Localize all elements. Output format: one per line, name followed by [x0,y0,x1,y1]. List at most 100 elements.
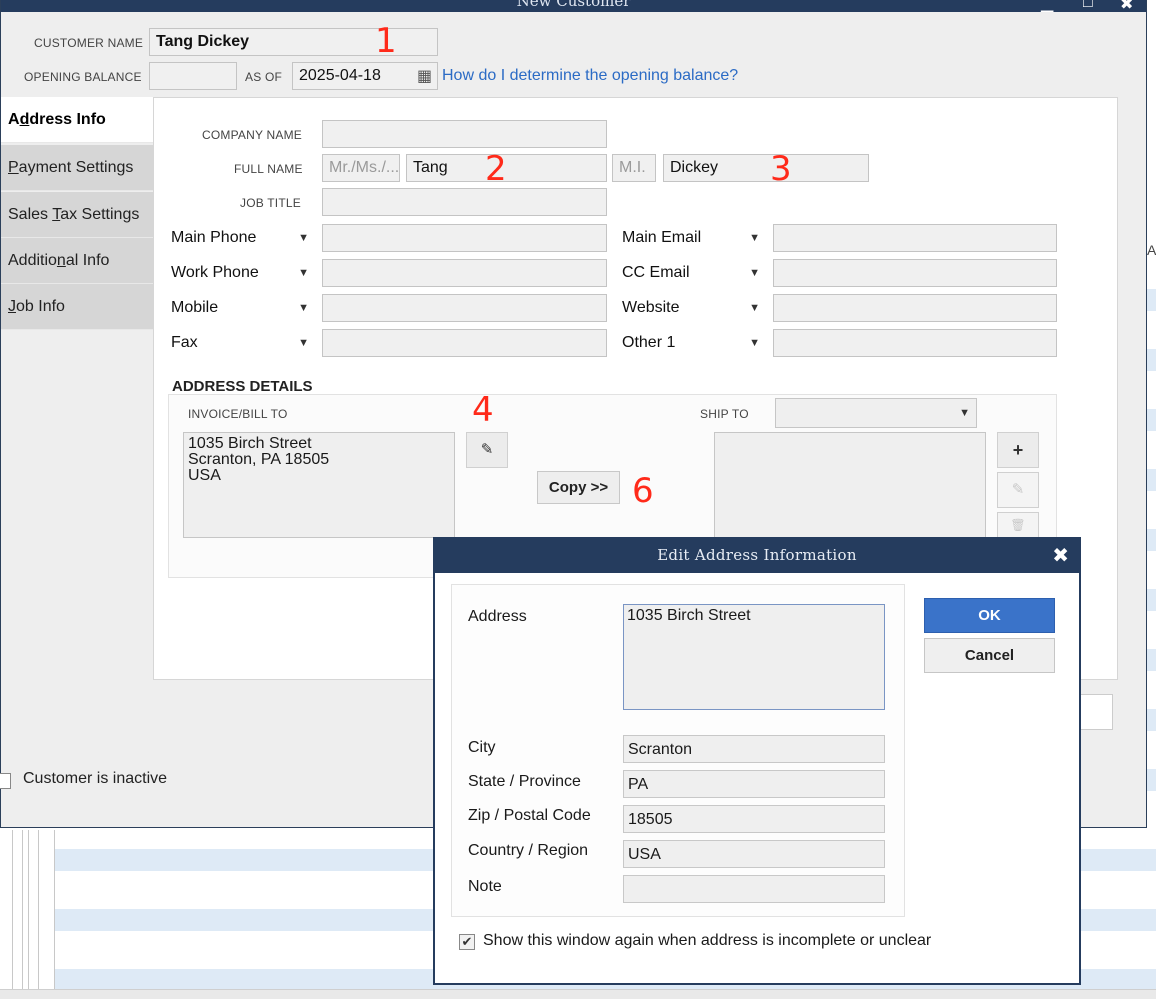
tab-label: Sales [8,206,53,223]
edit-address-dialog: Edit Address Information ✖ Address 1035 … [433,537,1081,985]
chevron-down-icon: ▼ [298,267,309,279]
salutation-field[interactable]: Mr./Ms./... [322,154,400,182]
checkbox-icon[interactable] [0,773,11,789]
chevron-down-icon: ▼ [298,337,309,349]
customer-inactive-label: Customer is inactive [23,770,168,787]
window-titlebar[interactable]: New Customer ▁ □ ✖ [1,0,1146,12]
edit-ship-to-button[interactable]: ✎ [997,472,1039,508]
ship-to-dropdown[interactable]: ▼ [775,398,977,428]
zip-field[interactable]: 18505 [623,805,885,833]
state-label: State / Province [468,773,581,790]
tab-label: ax Settings [60,206,140,223]
state-field[interactable]: PA [623,770,885,798]
address-form: Address 1035 Birch Street City Scranton … [451,584,905,917]
website-dropdown[interactable]: Website ▼ [616,294,766,322]
country-field[interactable]: USA [623,840,885,868]
calendar-icon[interactable]: ▦ [417,66,432,86]
main-email-dropdown[interactable]: Main Email ▼ [616,224,766,252]
work-phone-dropdown[interactable]: Work Phone ▼ [165,259,315,287]
company-name-label: COMPANY NAME [202,128,302,142]
window-title: New Customer [516,0,631,10]
city-field[interactable]: Scranton [623,735,885,763]
address-textarea[interactable]: 1035 Birch Street [623,604,885,710]
ship-to-address[interactable] [714,432,986,538]
tab-additional-info[interactable]: Additional Info [1,238,154,284]
cancel-button[interactable]: Cancel [924,638,1055,673]
website-field[interactable] [773,294,1057,322]
cc-email-dropdown[interactable]: CC Email ▼ [616,259,766,287]
plus-icon: + [1012,440,1024,460]
tab-address-info[interactable]: Address Info [1,97,154,143]
maximize-icon[interactable]: □ [1083,0,1093,12]
note-label: Note [468,878,502,895]
zip-label: Zip / Postal Code [468,807,591,824]
chevron-down-icon: ▼ [749,337,760,349]
bg-column-divider [54,830,55,989]
full-name-label: FULL NAME [234,162,303,176]
edit-bill-to-button[interactable]: ✎ [466,432,508,468]
ok-button[interactable]: OK [924,598,1055,633]
tab-job-info[interactable]: Job Info [1,284,154,330]
chevron-down-icon: ▼ [749,267,760,279]
city-label: City [468,739,496,756]
tab-label-mnemonic: J [8,298,16,315]
tab-label: Additio [8,252,57,269]
delete-ship-to-button[interactable]: 🗑 [997,512,1039,538]
tab-label: ob Info [16,298,65,315]
minimize-icon[interactable]: ▁ [1041,0,1053,12]
dropdown-value: CC Email [622,264,690,281]
dialog-titlebar[interactable]: Edit Address Information ✖ [435,539,1079,573]
job-title-label: JOB TITLE [240,196,301,210]
dropdown-value: Main Phone [171,229,257,246]
main-phone-field[interactable] [322,224,607,252]
address-label: Address [468,608,527,625]
opening-balance-field[interactable] [149,62,237,90]
note-field[interactable] [623,875,885,903]
dropdown-value: Other 1 [622,334,676,351]
chevron-down-icon: ▼ [749,302,760,314]
tab-label: al Info [65,252,110,269]
dropdown-value: Website [622,299,680,316]
chevron-down-icon: ▼ [959,407,970,419]
copy-address-button[interactable]: Copy >> [537,471,620,504]
main-email-field[interactable] [773,224,1057,252]
dropdown-value: Main Email [622,229,702,246]
other-1-field[interactable] [773,329,1057,357]
close-icon[interactable]: ✖ [1052,543,1069,568]
work-phone-field[interactable] [322,259,607,287]
annotation-mark: 1 [375,21,397,61]
main-phone-dropdown[interactable]: Main Phone ▼ [165,224,315,252]
job-title-field[interactable] [322,188,607,216]
bg-column-divider [12,830,13,989]
bg-column-divider [28,830,29,989]
pencil-icon: ✎ [1011,481,1025,498]
chevron-down-icon: ▼ [298,232,309,244]
annotation-mark: 2 [485,149,507,189]
dropdown-value: Fax [171,334,198,351]
mobile-field[interactable] [322,294,607,322]
address-details-heading: ADDRESS DETAILS [172,378,313,395]
middle-initial-field[interactable]: M.I. [612,154,656,182]
bg-status-bar [0,989,1156,999]
as-of-label: AS OF [245,70,283,84]
fax-dropdown[interactable]: Fax ▼ [165,329,315,357]
fax-field[interactable] [322,329,607,357]
company-name-field[interactable] [322,120,607,148]
tab-sales-tax-settings[interactable]: Sales Tax Settings [1,192,154,238]
close-icon[interactable]: ✖ [1120,0,1133,12]
trash-icon: 🗑 [1010,518,1026,532]
other-1-dropdown[interactable]: Other 1 ▼ [616,329,766,357]
bill-to-address[interactable]: 1035 Birch Street Scranton, PA 18505 USA [183,432,455,538]
mobile-dropdown[interactable]: Mobile ▼ [165,294,315,322]
opening-balance-help-link[interactable]: How do I determine the opening balance? [442,67,738,85]
cc-email-field[interactable] [773,259,1057,287]
chevron-down-icon: ▼ [298,302,309,314]
add-ship-to-button[interactable]: + [997,432,1039,468]
checkbox-checked-icon[interactable]: ✔ [459,934,475,950]
last-name-field[interactable]: Dickey [663,154,869,182]
annotation-mark: 6 [632,471,654,511]
tab-payment-settings[interactable]: Payment Settings [1,145,154,191]
bg-column-divider [38,830,39,989]
dropdown-value: Work Phone [171,264,259,281]
chevron-down-icon: ▼ [749,232,760,244]
